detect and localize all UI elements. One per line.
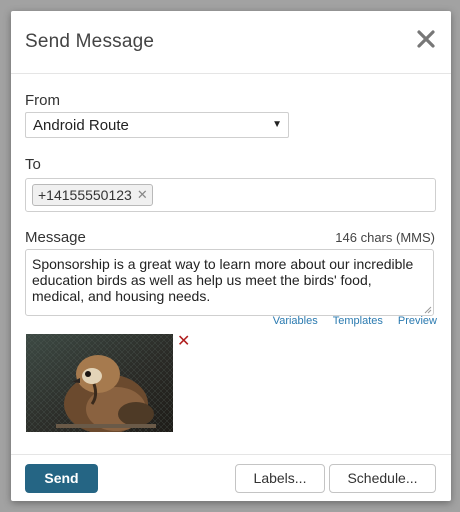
message-label: Message [25,229,86,246]
send-button[interactable]: Send [25,464,98,493]
recipient-chip: +14155550123 ✕ [32,184,153,206]
to-label: To [25,156,41,173]
attachment-thumbnail[interactable] [26,334,173,432]
preview-link[interactable]: Preview [398,315,437,327]
schedule-button[interactable]: Schedule... [329,464,436,493]
message-links: Variables Templates Preview [273,315,437,327]
to-recipients-input[interactable]: +14155550123 ✕ [25,178,436,212]
templates-link[interactable]: Templates [333,315,383,327]
send-message-dialog: Send Message From Android Route ▼ To +14… [11,11,451,501]
recipient-number: +14155550123 [38,187,132,203]
message-textarea[interactable]: Sponsorship is a great way to learn more… [25,249,434,316]
remove-attachment-icon[interactable]: ✕ [177,334,190,350]
resize-grip-icon[interactable] [424,306,432,314]
variables-link[interactable]: Variables [273,315,318,327]
from-select-value: Android Route [33,117,129,134]
chevron-down-icon: ▼ [272,119,282,130]
remove-recipient-icon[interactable]: ✕ [137,187,148,203]
bird-photo-icon [26,334,173,432]
dialog-header: Send Message [11,11,451,74]
close-icon[interactable] [415,27,437,51]
dialog-title: Send Message [25,31,155,52]
close-x-icon-svg [417,30,435,48]
from-select[interactable]: Android Route ▼ [25,112,289,138]
from-label: From [25,92,60,109]
dialog-footer: Send Labels... Schedule... [11,454,451,501]
labels-button[interactable]: Labels... [235,464,325,493]
char-count: 146 chars (MMS) [335,230,435,245]
